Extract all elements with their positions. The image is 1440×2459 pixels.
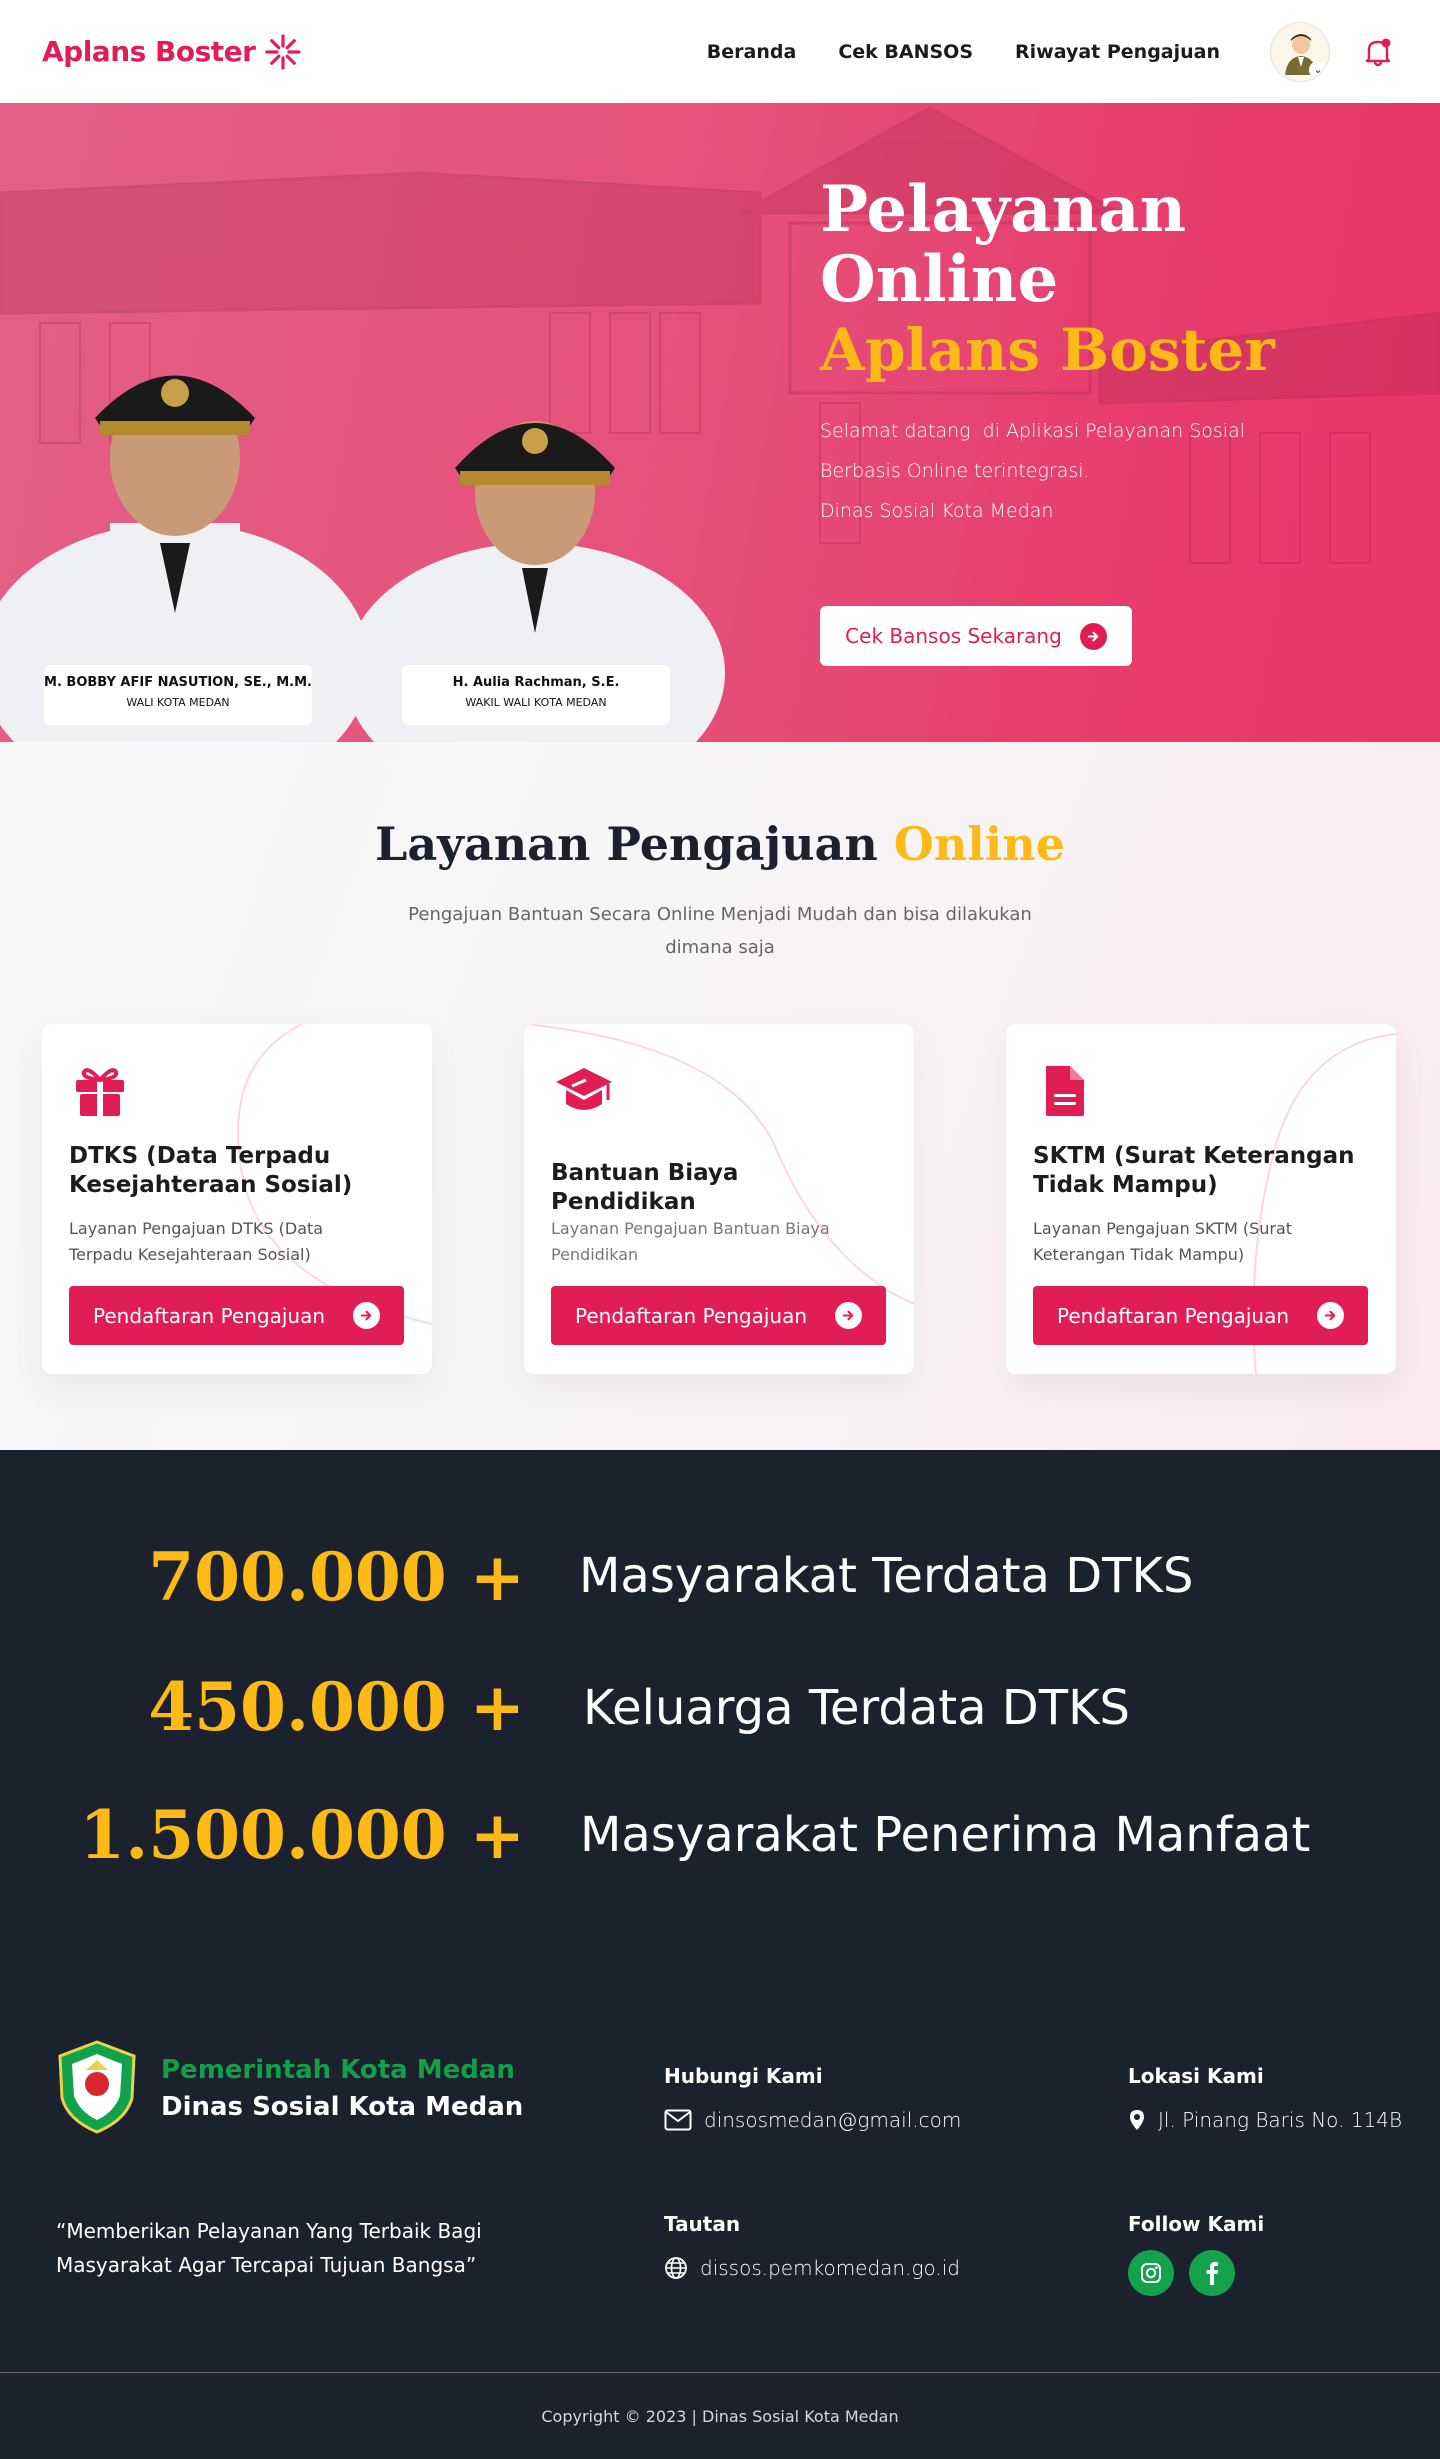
hero-section: M. BOBBY AFIF NASUTION, SE., M.M. WALI K…	[0, 103, 1440, 742]
service-card-sktm: SKTM (Surat Keterangan Tidak Mampu) Laya…	[1006, 1024, 1396, 1374]
stats-section: 700.000 + Masyarakat Terdata DTKS 450.00…	[0, 1450, 1440, 1952]
services-title-main: Layanan Pengajuan	[375, 817, 878, 871]
footer-quote: “Memberikan Pelayanan Yang Terbaik Bagi …	[56, 2219, 482, 2277]
contact-email[interactable]: dinsosmedan@gmail.com	[664, 2108, 961, 2132]
notification-bell-icon[interactable]	[1358, 32, 1398, 72]
footer: Pemerintah Kota Medan Dinas Sosial Kota …	[0, 1952, 1440, 2372]
footer-org-line2: Dinas Sosial Kota Medan	[161, 2092, 524, 2122]
nameplate-wakil-wali-kota: H. Aulia Rachman, S.E. WAKIL WALI KOTA M…	[402, 665, 670, 725]
card-description: Layanan Pengajuan DTKS (Data Terpadu Kes…	[69, 1219, 324, 1264]
hero-text: Pelayanan Online Aplans Boster Selamat d…	[820, 175, 1380, 531]
button-label: Pendaftaran Pengajuan	[575, 1303, 808, 1328]
service-card-pendidikan: Bantuan Biaya Pendidikan Layanan Pengaju…	[524, 1024, 914, 1374]
gift-icon	[70, 1060, 130, 1120]
copyright-bar: Copyright © 2023 | Dinas Sosial Kota Med…	[0, 2372, 1440, 2459]
official-name: H. Aulia Rachman, S.E.	[452, 675, 620, 690]
services-section: Layanan Pengajuan Online Pengajuan Bantu…	[0, 742, 1440, 1450]
card-description: Layanan Pengajuan SKTM (Surat Keterangan…	[1033, 1219, 1293, 1264]
brand-name: Aplans Boster	[42, 35, 256, 68]
arrow-right-icon	[353, 1302, 380, 1329]
services-title-accent: Online	[893, 817, 1065, 871]
card-title: Bantuan Biaya Pendidikan	[551, 1160, 739, 1215]
follow-heading: Follow Kami	[1128, 2212, 1265, 2236]
pendaftaran-pengajuan-button[interactable]: Pendaftaran Pengajuan	[1033, 1286, 1368, 1345]
stat-label: Keluarga Terdata DTKS	[583, 1680, 1131, 1736]
services-title: Layanan Pengajuan Online	[0, 817, 1440, 871]
pendaftaran-pengajuan-button[interactable]: Pendaftaran Pengajuan	[69, 1286, 404, 1345]
arrow-right-icon	[1079, 622, 1107, 650]
service-card-dtks: DTKS (Data Terpadu Kesejahteraan Sosial)…	[42, 1024, 432, 1374]
official-name: M. BOBBY AFIF NASUTION, SE., M.M.	[44, 675, 312, 690]
mail-icon	[664, 2109, 692, 2131]
official-role: WALI KOTA MEDAN	[126, 696, 230, 709]
stat-value: 450.000 +	[148, 1668, 525, 1746]
pendaftaran-pengajuan-button[interactable]: Pendaftaran Pengajuan	[551, 1286, 886, 1345]
brand-logo[interactable]: Aplans Boster	[42, 32, 303, 72]
hero-description: Selamat datang di Aplikasi Pelayanan Sos…	[820, 411, 1380, 531]
nav-links: Beranda Cek BANSOS Riwayat Pengajuan	[707, 41, 1220, 63]
location-heading: Lokasi Kami	[1128, 2064, 1264, 2088]
instagram-icon	[1141, 2263, 1161, 2283]
card-title: SKTM (Surat Keterangan Tidak Mampu)	[1033, 1143, 1355, 1198]
stat-value: 1.500.000 +	[79, 1796, 525, 1874]
cek-bansos-label: Cek Bansos Sekarang	[845, 624, 1062, 648]
website-link[interactable]: dissos.pemkomedan.go.id	[664, 2256, 960, 2280]
arrow-right-icon	[1317, 1302, 1344, 1329]
nav-link-riwayat-pengajuan[interactable]: Riwayat Pengajuan	[1015, 41, 1220, 63]
links-heading: Tautan	[664, 2212, 741, 2236]
hero-desc-line1: Selamat datang di Aplikasi Pelayanan Sos…	[820, 420, 1245, 442]
cek-bansos-button[interactable]: Cek Bansos Sekarang	[820, 606, 1132, 666]
website-text: dissos.pemkomedan.go.id	[700, 2256, 960, 2280]
hero-desc-line3: Dinas Sosial Kota Medan	[820, 500, 1054, 522]
graduation-cap-icon	[552, 1060, 612, 1120]
globe-icon	[665, 2257, 687, 2279]
stat-label: Masyarakat Terdata DTKS	[579, 1548, 1194, 1604]
hero-title-line2: Online	[820, 242, 1059, 317]
stat-value: 700.000 +	[148, 1538, 525, 1616]
card-description: Layanan Pengajuan Bantuan Biaya Pendidik…	[551, 1219, 830, 1264]
services-subtitle: Pengajuan Bantuan Secara Online Menjadi …	[408, 904, 1032, 958]
top-navbar: Aplans Boster Beranda Cek BANSOS Riwayat…	[0, 0, 1440, 103]
hero-title-line1: Pelayanan	[820, 172, 1187, 247]
location-address: Jl. Pinang Baris No. 114B	[1128, 2108, 1402, 2132]
address-text: Jl. Pinang Baris No. 114B	[1158, 2108, 1403, 2132]
copyright-text: Copyright © 2023 | Dinas Sosial Kota Med…	[541, 2406, 899, 2426]
contact-heading: Hubungi Kami	[664, 2064, 823, 2088]
chevron-down-icon[interactable]: ⌄	[1309, 60, 1327, 79]
user-avatar[interactable]: ⌄	[1270, 21, 1330, 82]
official-role: WAKIL WALI KOTA MEDAN	[465, 696, 607, 709]
facebook-icon	[1206, 2262, 1218, 2285]
nav-link-cek-bansos[interactable]: Cek BANSOS	[838, 41, 973, 63]
map-pin-icon	[1130, 2110, 1144, 2130]
document-icon	[1034, 1060, 1094, 1120]
medan-city-emblem-icon	[56, 2040, 138, 2134]
stat-label: Masyarakat Penerima Manfaat	[580, 1807, 1311, 1863]
instagram-button[interactable]	[1128, 2250, 1174, 2296]
hero-title-line3: Aplans Boster	[820, 316, 1275, 384]
button-label: Pendaftaran Pengajuan	[1057, 1303, 1290, 1328]
button-label: Pendaftaran Pengajuan	[93, 1303, 326, 1328]
footer-org-line1: Pemerintah Kota Medan	[161, 2055, 515, 2085]
sparkle-icon	[265, 33, 302, 70]
facebook-button[interactable]	[1189, 2250, 1235, 2296]
card-title: DTKS (Data Terpadu Kesejahteraan Sosial)	[69, 1143, 353, 1198]
email-text: dinsosmedan@gmail.com	[704, 2108, 962, 2132]
nameplate-wali-kota: M. BOBBY AFIF NASUTION, SE., M.M. WALI K…	[44, 665, 312, 725]
hero-desc-line2: Berbasis Online terintegrasi.	[820, 460, 1090, 482]
nav-link-beranda[interactable]: Beranda	[707, 41, 797, 63]
arrow-right-icon	[835, 1302, 862, 1329]
